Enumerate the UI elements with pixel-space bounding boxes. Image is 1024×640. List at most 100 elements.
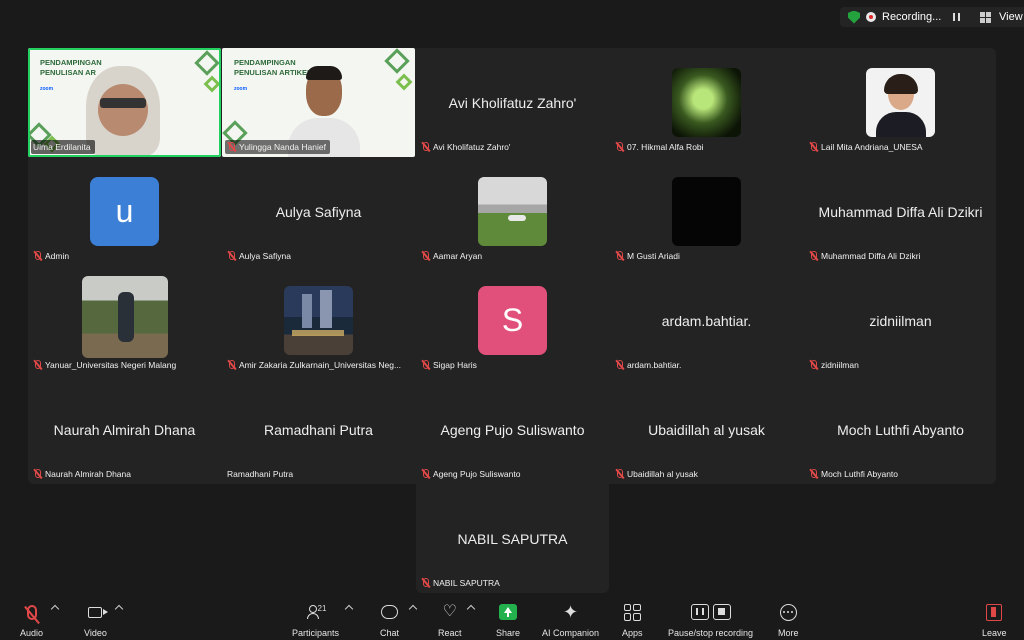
recording-indicator[interactable]: Recording... xyxy=(840,7,990,27)
participant-name-center: Ageng Pujo Suliswanto xyxy=(440,421,585,438)
participant-tile-sigap[interactable]: S Sigap Haris xyxy=(416,266,609,375)
video-camera-icon xyxy=(88,606,109,618)
participant-tile-admin[interactable]: u Admin xyxy=(28,157,221,266)
participant-label: Aulya Safiyna xyxy=(225,249,295,263)
mic-muted-icon xyxy=(615,360,624,370)
participant-name-center: Naurah Almirah Dhana xyxy=(53,421,196,438)
mic-muted-icon xyxy=(809,142,818,152)
participant-label: M Gusti Ariadi xyxy=(613,249,684,263)
leave-button[interactable]: Leave xyxy=(982,602,1007,638)
apps-button[interactable]: Apps xyxy=(622,602,643,638)
participant-tile-hikmal[interactable]: 07. Hikmal Alfa Robi xyxy=(610,48,803,157)
participant-label: Yanuar_Universitas Negeri Malang xyxy=(31,358,180,372)
mic-muted-icon xyxy=(615,469,624,479)
more-options-icon xyxy=(779,603,797,621)
chat-bubble-icon xyxy=(381,605,398,619)
participant-tile-diffa[interactable]: Muhammad Diffa Ali Dzikri Muhammad Diffa… xyxy=(804,157,997,266)
mic-muted-icon xyxy=(33,469,42,479)
participant-tile-lail[interactable]: Lail Mita Andriana_UNESA xyxy=(804,48,997,157)
react-button[interactable]: ♡ React xyxy=(438,602,462,639)
mic-muted-icon xyxy=(809,469,818,479)
avatar: S xyxy=(478,286,547,355)
pause-recording-icon[interactable] xyxy=(953,13,961,21)
participant-label: Ulma Erdilanita xyxy=(31,140,95,154)
participants-options-chevron-icon[interactable] xyxy=(344,604,354,614)
zoom-logo: zoom xyxy=(234,86,248,92)
mic-muted-icon xyxy=(227,142,236,152)
participant-tile-nabil[interactable]: NABIL SAPUTRA NABIL SAPUTRA xyxy=(416,484,609,593)
participant-label: Avi Kholifatuz Zahro' xyxy=(419,140,515,154)
participant-label: Admin xyxy=(31,249,73,263)
participant-label: Ramadhani Putra xyxy=(227,469,294,479)
participant-name-center: zidniilman xyxy=(869,312,932,329)
participant-tile-luthfi[interactable]: Moch Luthfi Abyanto Moch Luthfi Abyanto xyxy=(804,375,997,484)
video-options-chevron-icon[interactable] xyxy=(114,604,124,614)
mic-muted-icon xyxy=(421,360,430,370)
react-options-chevron-icon[interactable] xyxy=(466,604,476,614)
participant-label: Lail Mita Andriana_UNESA xyxy=(807,140,927,154)
pause-stop-recording-button[interactable]: Pause/stop recording xyxy=(668,602,753,638)
sparkle-icon: ✦ xyxy=(562,602,579,622)
participants-button[interactable]: 21 Participants xyxy=(292,602,339,638)
participant-tile-amir[interactable]: Amir Zakaria Zulkarnain_Universitas Neg.… xyxy=(222,266,415,375)
recording-label: Recording... xyxy=(882,11,942,23)
recording-dot-icon xyxy=(866,12,876,22)
mic-muted-icon xyxy=(421,469,430,479)
mic-muted-icon xyxy=(809,251,818,261)
heart-icon: ♡ xyxy=(442,603,457,620)
participant-name-center: Aulya Safiyna xyxy=(275,203,362,220)
more-button[interactable]: More xyxy=(778,602,799,638)
participant-tile-ardam[interactable]: ardam.bahtiar. ardam.bahtiar. xyxy=(610,266,803,375)
participant-label: Amir Zakaria Zulkarnain_Universitas Neg.… xyxy=(225,358,405,372)
participant-label: Ubaidillah al yusak xyxy=(613,467,702,481)
audio-button[interactable]: Audio xyxy=(20,602,43,638)
participant-tile-zidni[interactable]: zidniilman zidniilman xyxy=(804,266,997,375)
video-button[interactable]: Video xyxy=(84,602,109,638)
participant-tile-yulingga[interactable]: PENDAMPINGAN PENULISAN ARTIKEL zoom Yuli… xyxy=(222,48,415,157)
participant-tile-yanuar[interactable]: Yanuar_Universitas Negeri Malang xyxy=(28,266,221,375)
participant-tile-aamar[interactable]: Aamar Aryan xyxy=(416,157,609,266)
participant-tile-ageng[interactable]: Ageng Pujo Suliswanto Ageng Pujo Suliswa… xyxy=(416,375,609,484)
mic-muted-icon xyxy=(421,251,430,261)
share-button[interactable]: Share xyxy=(496,602,520,638)
chat-options-chevron-icon[interactable] xyxy=(408,604,418,614)
participant-name-center: Muhammad Diffa Ali Dzikri xyxy=(818,203,983,220)
participant-tile-ubaidillah[interactable]: Ubaidillah al yusak Ubaidillah al yusak xyxy=(610,375,803,484)
pause-icon xyxy=(690,604,709,620)
participant-tile-ramadhani[interactable]: Ramadhani Putra Ramadhani Putra xyxy=(222,375,415,484)
apps-grid-icon xyxy=(623,603,641,621)
chat-button[interactable]: Chat xyxy=(380,602,399,638)
participant-label: Muhammad Diffa Ali Dzikri xyxy=(807,249,925,263)
mic-muted-icon xyxy=(227,360,236,370)
meeting-toolbar: Audio Video 21 Participants Chat ♡ React… xyxy=(0,598,1024,640)
participant-label: ardam.bahtiar. xyxy=(613,358,685,372)
view-button[interactable]: View xyxy=(972,7,1024,27)
zoom-logo: zoom xyxy=(40,86,54,92)
participant-label: Yulingga Nanda Hanief xyxy=(225,140,330,154)
participant-tile-aulya[interactable]: Aulya Safiyna Aulya Safiyna xyxy=(222,157,415,266)
ai-companion-button[interactable]: ✦ AI Companion xyxy=(542,602,599,638)
stop-icon xyxy=(712,604,731,620)
encryption-shield-icon[interactable] xyxy=(848,10,860,24)
profile-picture xyxy=(672,68,741,137)
leave-door-icon xyxy=(986,603,1003,621)
participant-name-center: Ubaidillah al yusak xyxy=(648,421,765,438)
mic-muted-icon xyxy=(227,251,236,261)
mic-muted-icon xyxy=(615,251,624,261)
profile-picture xyxy=(672,177,741,246)
mic-muted-icon xyxy=(421,142,430,152)
audio-options-chevron-icon[interactable] xyxy=(50,604,60,614)
participant-tile-ulma[interactable]: PENDAMPINGAN PENULISAN AR zoom Ulma Erdi… xyxy=(28,48,221,157)
mic-muted-icon xyxy=(33,251,42,261)
participant-label: 07. Hikmal Alfa Robi xyxy=(613,140,708,154)
participant-tile-avi[interactable]: Avi Kholifatuz Zahro' Avi Kholifatuz Zah… xyxy=(416,48,609,157)
avatar: u xyxy=(90,177,159,246)
participant-label: Sigap Haris xyxy=(419,358,481,372)
participant-label: Ageng Pujo Suliswanto xyxy=(419,467,524,481)
participant-tile-naurah[interactable]: Naurah Almirah Dhana Naurah Almirah Dhan… xyxy=(28,375,221,484)
microphone-muted-icon xyxy=(26,604,37,620)
participant-tile-gusti[interactable]: M Gusti Ariadi xyxy=(610,157,803,266)
participant-name-center: ardam.bahtiar. xyxy=(661,312,752,329)
banner-title: PENDAMPINGAN PENULISAN ARTIKEL xyxy=(234,58,312,77)
mic-muted-icon xyxy=(421,578,430,588)
